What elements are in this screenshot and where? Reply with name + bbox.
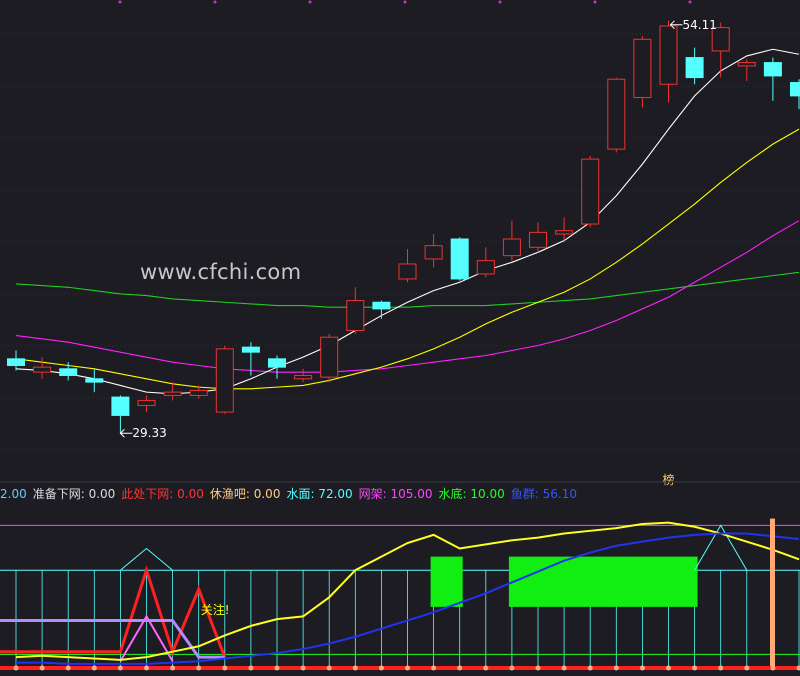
indicator-legend: 2.00 准备下网: 0.00 此处下网: 0.00 休渔吧: 0.00 水面: 72.… xyxy=(0,486,583,502)
candle-up xyxy=(346,300,365,332)
candle-up xyxy=(581,158,600,225)
baseline-dot xyxy=(274,665,280,671)
baseline-dot xyxy=(535,665,541,671)
legend-item: 网架: 105.00 xyxy=(358,487,433,501)
candle-up xyxy=(294,374,313,380)
baseline-dot xyxy=(91,665,97,671)
legend-item: 休渔吧: 0.00 xyxy=(209,487,281,501)
baseline-dot xyxy=(587,665,593,671)
signal-block xyxy=(430,556,463,607)
candle-up xyxy=(398,263,417,280)
low-price-label: 29.33 xyxy=(132,426,166,440)
baseline-dot xyxy=(378,665,384,671)
watermark: www.cfchi.com xyxy=(140,260,302,284)
baseline-dot xyxy=(639,665,645,671)
rank-marker: 榜 xyxy=(663,472,675,487)
baseline-dot xyxy=(222,665,228,671)
baseline-dot xyxy=(666,665,671,671)
stock-chart: 54.11 29.33 榜 关注! xyxy=(0,0,800,676)
top-tick-dot xyxy=(308,0,312,4)
baseline-dot xyxy=(718,665,724,671)
candle-down xyxy=(450,238,469,280)
focus-annotation: 关注! xyxy=(201,602,230,617)
candle-up xyxy=(529,231,547,248)
candle-up xyxy=(607,78,626,150)
top-tick-dot xyxy=(118,0,122,4)
top-tick-dot xyxy=(403,0,407,4)
legend-item: 水底: 10.00 xyxy=(438,487,505,501)
candle-up xyxy=(737,62,756,67)
baseline-dot xyxy=(196,665,202,671)
baseline-dot xyxy=(509,665,515,671)
baseline-dot xyxy=(431,665,437,671)
candle-up xyxy=(659,25,678,85)
candle-up xyxy=(476,260,495,275)
top-tick-dot xyxy=(688,0,692,4)
top-tick-dot xyxy=(213,0,217,4)
baseline-dot xyxy=(613,665,619,671)
baseline-dot xyxy=(144,665,149,671)
baseline-dot xyxy=(39,665,45,671)
baseline-dot xyxy=(65,665,71,671)
candle-up xyxy=(33,366,52,373)
legend-item: 鱼群: 56.10 xyxy=(510,487,577,501)
top-tick-dot xyxy=(593,0,597,4)
candle-down xyxy=(763,62,782,77)
baseline-dot xyxy=(117,665,123,671)
baseline-dot xyxy=(13,665,19,671)
baseline-dot xyxy=(561,665,567,671)
baseline-dot xyxy=(352,665,358,671)
candle-up xyxy=(163,391,182,396)
legend-item: 此处下网: 0.00 xyxy=(121,487,204,501)
legend-item: 2.00 xyxy=(0,487,27,501)
candle-up xyxy=(215,348,234,413)
highlight-bar xyxy=(770,518,775,668)
candle-up xyxy=(555,230,574,235)
candle-up xyxy=(137,399,156,406)
baseline-dot xyxy=(692,665,698,671)
candle-up xyxy=(633,38,652,99)
baseline-dot xyxy=(770,665,776,671)
baseline-dot xyxy=(457,665,463,671)
top-tick-dot xyxy=(498,0,502,4)
candle-down xyxy=(7,358,25,366)
baseline-dot xyxy=(326,665,332,671)
candle-down xyxy=(85,378,104,383)
legend-item: 水面: 72.00 xyxy=(286,487,353,501)
candle-down xyxy=(59,368,78,376)
candle-down xyxy=(790,82,800,97)
candle-down xyxy=(685,57,704,79)
baseline-dot xyxy=(300,665,306,671)
candle-up xyxy=(189,389,208,396)
candle-down xyxy=(111,396,130,416)
candle-up xyxy=(320,336,339,378)
signal-block xyxy=(508,556,698,607)
high-price-label: 54.11 xyxy=(683,18,717,32)
baseline-dot xyxy=(483,665,489,671)
candle-down xyxy=(241,346,260,353)
legend-item: 准备下网: 0.00 xyxy=(32,487,116,501)
candle-up xyxy=(424,245,443,260)
candle-down xyxy=(372,301,391,310)
baseline-dot xyxy=(405,665,410,671)
baseline-dot xyxy=(744,665,750,671)
candle-up xyxy=(502,238,521,257)
baseline-dot xyxy=(248,665,254,671)
baseline-dot xyxy=(170,665,176,671)
candle-down xyxy=(268,358,286,368)
